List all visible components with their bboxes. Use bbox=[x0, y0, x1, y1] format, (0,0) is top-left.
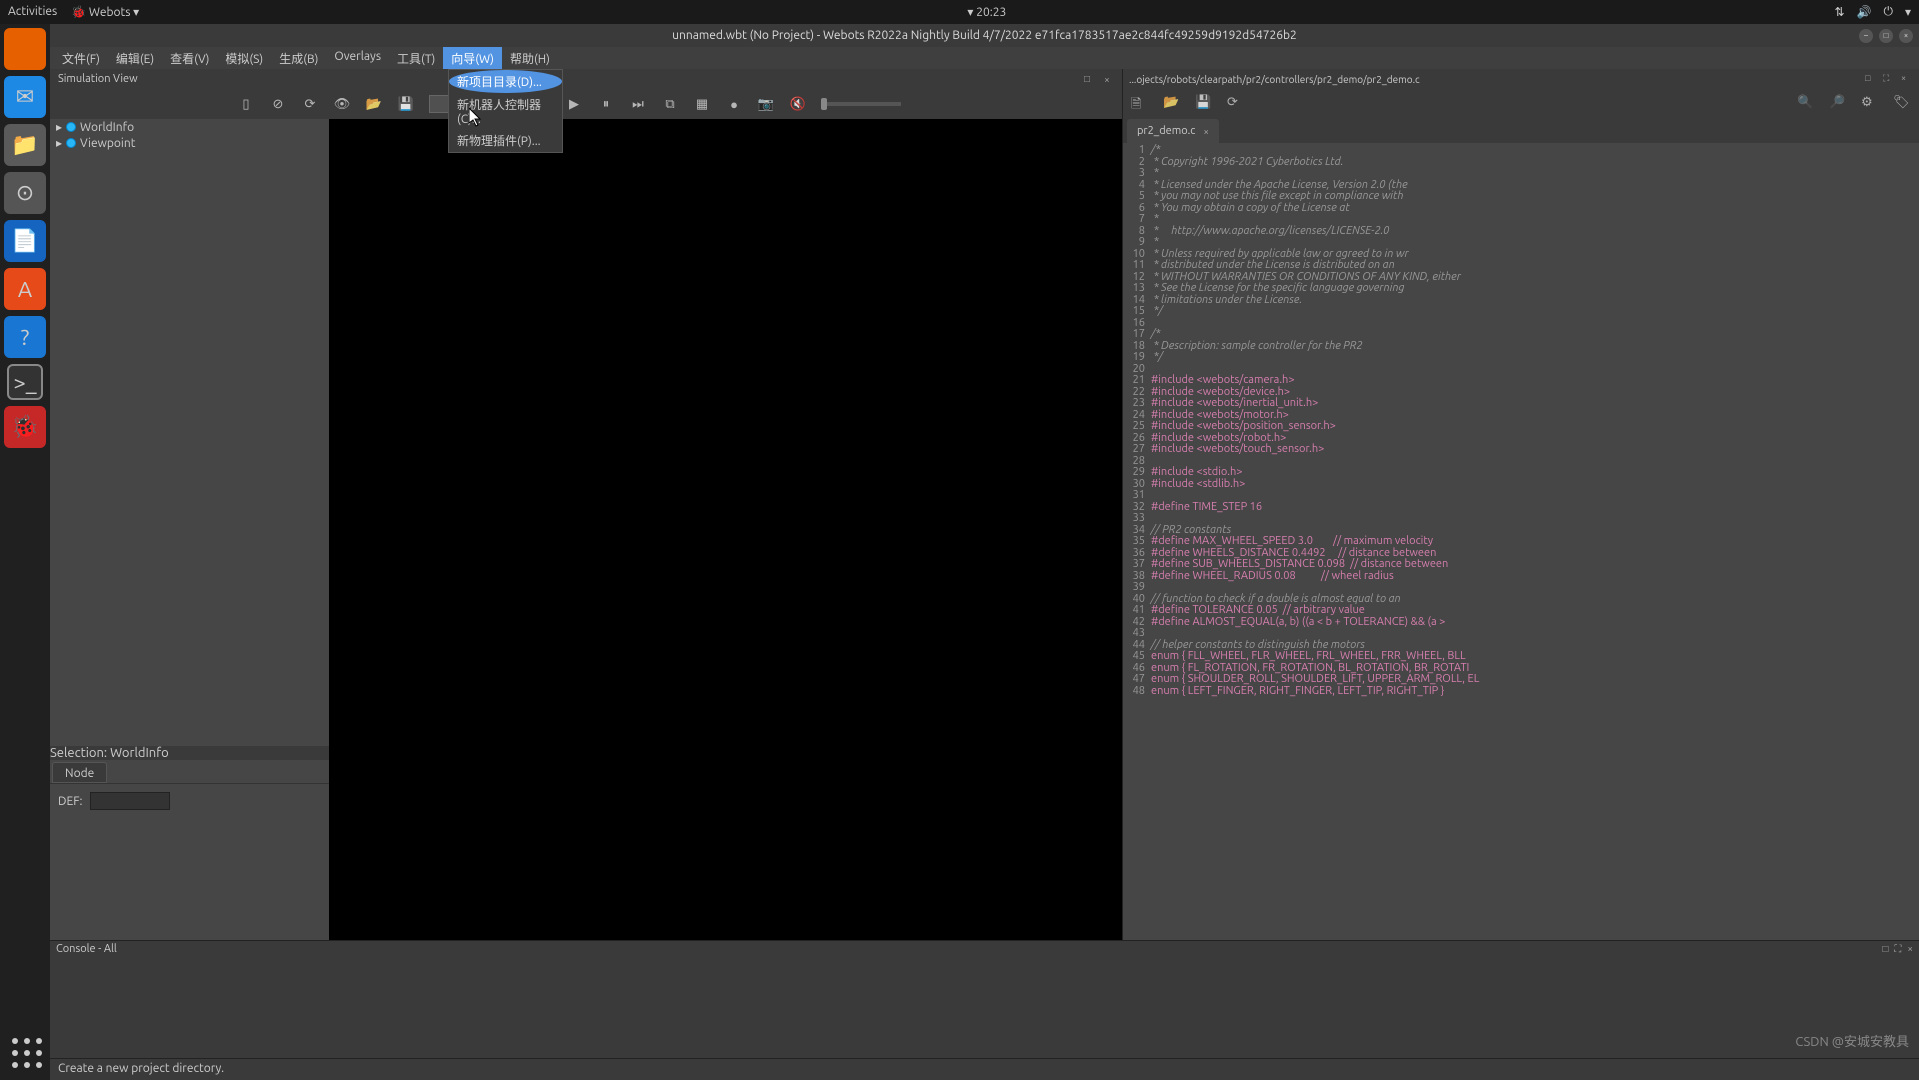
menu-tools[interactable]: 工具(T) bbox=[389, 47, 443, 69]
simulation-panel: Simulation View □ × ▯ ⊘ ⟳ 👁 📂 💾 − 0.99x … bbox=[50, 69, 1123, 940]
open-icon[interactable]: 📂 bbox=[365, 95, 383, 113]
minimize-button[interactable]: – bbox=[1859, 29, 1873, 43]
def-label: DEF: bbox=[58, 795, 82, 808]
dock-webots[interactable]: 🐞 bbox=[4, 406, 46, 448]
tree-viewpoint[interactable]: ▸ Viewpoint bbox=[50, 135, 329, 151]
titlebar: unnamed.wbt (No Project) - Webots R2022a… bbox=[50, 24, 1919, 47]
tag-icon[interactable]: 🏷 bbox=[1893, 95, 1911, 113]
selection-label: Selection: WorldInfo bbox=[50, 746, 329, 760]
activities-button[interactable]: Activities bbox=[8, 5, 57, 19]
save-file-icon[interactable]: 💾 bbox=[1195, 95, 1213, 113]
dock-terminal[interactable]: >_ bbox=[7, 364, 43, 400]
device-icon[interactable]: ▯ bbox=[237, 95, 255, 113]
close-button[interactable]: × bbox=[1899, 29, 1913, 43]
menubar: 文件(F) 编辑(E) 查看(V) 模拟(S) 生成(B) Overlays 工… bbox=[50, 47, 1919, 69]
console-undock-icon[interactable]: □ bbox=[1882, 943, 1888, 957]
network-icon[interactable]: ⇅ bbox=[1834, 5, 1844, 19]
console-panel: Console - All □ ⛶ × bbox=[50, 940, 1919, 1058]
app-menu[interactable]: 🐞 Webots ▾ bbox=[71, 5, 139, 19]
fast-forward-icon[interactable]: ⏭ bbox=[629, 95, 647, 113]
node-tab[interactable]: Node bbox=[52, 762, 107, 783]
menu-help[interactable]: 帮助(H) bbox=[502, 47, 558, 69]
editor-close-icon[interactable]: × bbox=[1901, 73, 1913, 85]
apps-grid-icon[interactable] bbox=[12, 1038, 42, 1068]
scene-tree[interactable]: ▸ WorldInfo ▸ Viewpoint bbox=[50, 119, 329, 746]
chevron-down-icon[interactable]: ▾ bbox=[1905, 5, 1911, 19]
menu-overlays[interactable]: Overlays bbox=[326, 47, 389, 69]
console-close-icon[interactable]: × bbox=[1907, 943, 1913, 957]
menu-view[interactable]: 查看(V) bbox=[162, 47, 217, 69]
play-icon[interactable]: ▶ bbox=[565, 95, 583, 113]
dock-app[interactable]: A bbox=[4, 268, 46, 310]
dock: ✉ 📁 ⊙ 📄 A ? >_ 🐞 bbox=[0, 24, 50, 1080]
replace-icon[interactable]: 🔎 bbox=[1829, 95, 1847, 113]
console-max-icon[interactable]: ⛶ bbox=[1894, 943, 1901, 957]
properties-panel: Node DEF: bbox=[50, 760, 329, 940]
panel-close-icon[interactable]: × bbox=[1100, 72, 1114, 86]
system-topbar: Activities 🐞 Webots ▾ ▾ 20:23 ⇅ 🔊 ⏻ ▾ bbox=[0, 0, 1919, 24]
open-file-icon[interactable]: 📂 bbox=[1163, 95, 1181, 113]
def-input[interactable] bbox=[90, 792, 170, 810]
volume-icon[interactable]: 🔇 bbox=[789, 95, 807, 113]
menu-build[interactable]: 生成(B) bbox=[271, 47, 326, 69]
refresh-icon[interactable]: ⟳ bbox=[1227, 95, 1245, 113]
record-icon[interactable]: ⧉ bbox=[661, 95, 679, 113]
dock-disk[interactable]: ⊙ bbox=[4, 172, 46, 214]
dropdown-new-physics[interactable]: 新物理插件(P)... bbox=[449, 129, 562, 152]
volume-slider[interactable] bbox=[821, 102, 901, 106]
window-title: unnamed.wbt (No Project) - Webots R2022a… bbox=[672, 29, 1297, 42]
dock-files[interactable]: 📁 bbox=[4, 124, 46, 166]
dropdown-new-project[interactable]: 新项目目录(D)... bbox=[449, 70, 562, 93]
webots-window: unnamed.wbt (No Project) - Webots R2022a… bbox=[50, 24, 1919, 1080]
sim-view-label: Simulation View bbox=[58, 73, 138, 85]
editor-undock-icon[interactable]: □ bbox=[1865, 73, 1877, 85]
stop-icon[interactable]: ⊘ bbox=[269, 95, 287, 113]
dropdown-new-controller[interactable]: 新机器人控制器(C)... bbox=[449, 93, 562, 129]
sim-toolbar: ▯ ⊘ ⟳ 👁 📂 💾 − 0.99x ⏮ ▶ ⏸ ⏭ ⧉ ▦ ● 📷 🔇 bbox=[50, 89, 1122, 119]
tree-worldinfo[interactable]: ▸ WorldInfo bbox=[50, 119, 329, 135]
dock-firefox[interactable] bbox=[4, 28, 46, 70]
editor-max-icon[interactable]: ⛶ bbox=[1883, 73, 1895, 85]
record-dot-icon[interactable]: ● bbox=[725, 95, 743, 113]
menu-edit[interactable]: 编辑(E) bbox=[108, 47, 162, 69]
tab-close-icon[interactable]: × bbox=[1203, 126, 1209, 137]
wizard-dropdown: 新项目目录(D)... 新机器人控制器(C)... 新物理插件(P)... bbox=[448, 69, 563, 153]
reload-icon[interactable]: ⟳ bbox=[301, 95, 319, 113]
dock-writer[interactable]: 📄 bbox=[4, 220, 46, 262]
camera-icon[interactable]: 📷 bbox=[757, 95, 775, 113]
statusbar: Create a new project directory. bbox=[50, 1058, 1919, 1080]
menu-sim[interactable]: 模拟(S) bbox=[217, 47, 271, 69]
save-icon[interactable]: 💾 bbox=[397, 95, 415, 113]
pause-icon[interactable]: ⏸ bbox=[597, 95, 615, 113]
menu-wizard[interactable]: 向导(W) bbox=[443, 47, 502, 69]
editor-path: ...ojects/robots/clearpath/pr2/controlle… bbox=[1129, 74, 1420, 85]
code-area[interactable]: 1/*2 * Copyright 1996-2021 Cyberbotics L… bbox=[1123, 143, 1919, 940]
dock-help[interactable]: ? bbox=[4, 316, 46, 358]
console-label: Console - All bbox=[56, 943, 117, 957]
clock: ▾ 20:23 bbox=[967, 5, 1006, 19]
maximize-button[interactable]: □ bbox=[1879, 29, 1893, 43]
power-icon[interactable]: ⏻ bbox=[1883, 5, 1893, 19]
grid-icon[interactable]: ▦ bbox=[693, 95, 711, 113]
find-icon[interactable]: 🔍 bbox=[1797, 95, 1815, 113]
3d-viewport[interactable] bbox=[329, 119, 1122, 940]
code-editor-panel: ...ojects/robots/clearpath/pr2/controlle… bbox=[1123, 69, 1919, 940]
menu-file[interactable]: 文件(F) bbox=[54, 47, 108, 69]
panel-undock-icon[interactable]: □ bbox=[1080, 72, 1094, 86]
volume-icon[interactable]: 🔊 bbox=[1857, 5, 1872, 19]
new-file-icon[interactable]: 🗎 bbox=[1131, 95, 1149, 113]
editor-tab[interactable]: pr2_demo.c× bbox=[1127, 119, 1219, 143]
eye-icon[interactable]: 👁 bbox=[333, 95, 351, 113]
dock-thunderbird[interactable]: ✉ bbox=[4, 76, 46, 118]
watermark: CSDN @安城安教具 bbox=[1795, 1031, 1909, 1050]
gear-icon[interactable]: ⚙ bbox=[1861, 95, 1879, 113]
